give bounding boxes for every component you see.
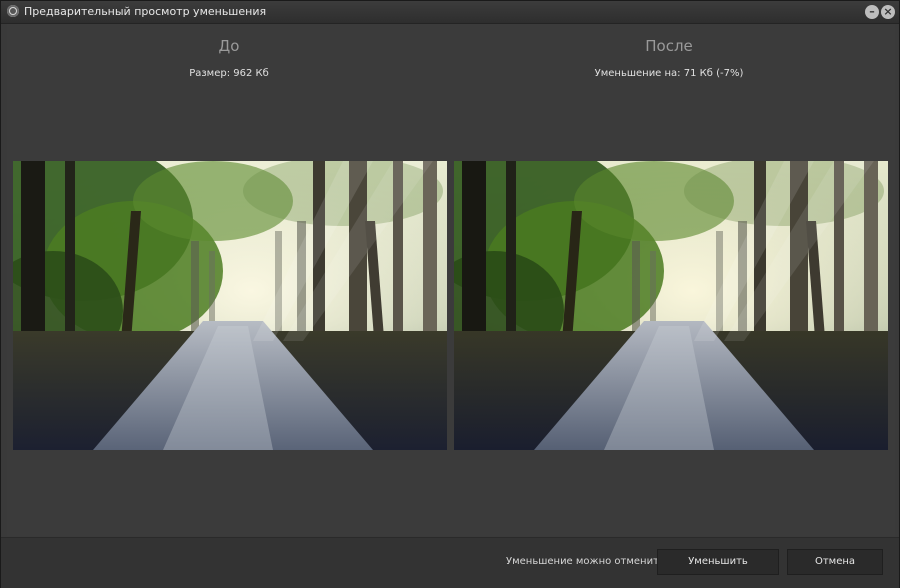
before-image [13,161,447,450]
reduce-button[interactable]: Уменьшить [657,549,779,575]
dialog-footer: Уменьшение можно отменить Уменьшить Отме… [1,537,899,588]
close-icon[interactable]: × [881,5,895,19]
before-heading: До [218,37,240,55]
cancel-button[interactable]: Отмена [787,549,883,575]
minimize-icon[interactable]: – [865,5,879,19]
window-title: Предварительный просмотр уменьшения [24,5,267,18]
after-reduction: Уменьшение на: 71 Кб (-7%) [594,68,744,79]
after-heading: После [645,37,693,55]
preview-window: Предварительный просмотр уменьшения – × … [0,0,900,588]
app-icon [7,5,19,17]
after-image [454,161,888,450]
preview-area: До Размер: 962 Кб После Уменьшение на: 7… [7,24,895,536]
before-size: Размер: 962 Кб [189,68,269,79]
undo-note: Уменьшение можно отменить [506,556,665,567]
title-bar[interactable]: Предварительный просмотр уменьшения – × [1,1,899,24]
